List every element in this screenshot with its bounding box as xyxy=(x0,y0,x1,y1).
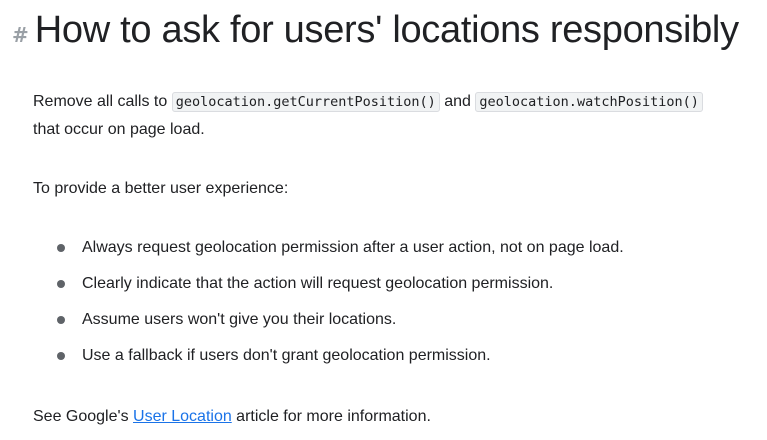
closing-text-before: See Google's xyxy=(33,408,134,425)
list-item-text: Clearly indicate that the action will re… xyxy=(82,275,554,292)
list-item-text: Always request geolocation permission af… xyxy=(82,239,624,256)
closing-paragraph: See Google's User Location article for m… xyxy=(33,403,431,431)
recommendation-list: Always request geolocation permission af… xyxy=(33,234,624,378)
intro-text-after: that occur on page load. xyxy=(33,121,205,138)
list-item-text: Assume users won't give you their locati… xyxy=(82,311,397,328)
code-get-current-position: geolocation.getCurrentPosition() xyxy=(171,92,440,112)
list-item-text: Use a fallback if users don't grant geol… xyxy=(82,347,491,364)
lead-paragraph: To provide a better user experience: xyxy=(33,180,289,197)
code-watch-position: geolocation.watchPosition() xyxy=(475,92,703,112)
list-item: Assume users won't give you their locati… xyxy=(33,306,624,342)
bullet-icon xyxy=(57,280,65,288)
list-item: Use a fallback if users don't grant geol… xyxy=(33,342,624,378)
intro-paragraph: Remove all calls to geolocation.getCurre… xyxy=(33,88,753,144)
bullet-icon xyxy=(57,316,65,324)
list-item: Clearly indicate that the action will re… xyxy=(33,270,624,306)
list-item: Always request geolocation permission af… xyxy=(33,234,624,270)
intro-text-before: Remove all calls to xyxy=(33,93,172,110)
section-heading: # How to ask for users' locations respon… xyxy=(12,9,739,52)
intro-text-middle: and xyxy=(439,93,476,110)
bullet-icon xyxy=(57,352,65,360)
bullet-icon xyxy=(57,244,65,252)
heading-anchor-link[interactable]: # xyxy=(12,25,29,45)
page-title: How to ask for users' locations responsi… xyxy=(34,9,739,51)
user-location-link[interactable]: User Location xyxy=(133,408,232,425)
closing-text-after: article for more information. xyxy=(231,408,431,425)
